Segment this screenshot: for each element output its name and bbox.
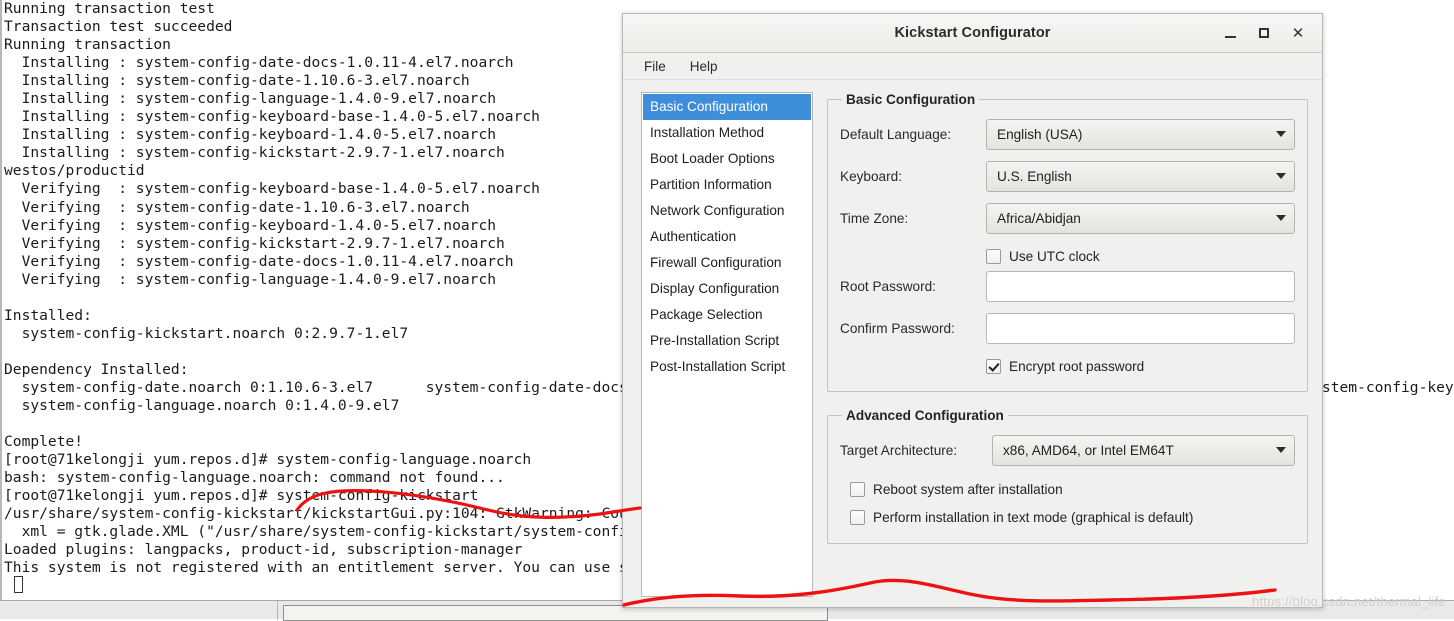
close-icon: ✕ [1291, 23, 1305, 42]
kickstart-configurator-window[interactable]: Kickstart Configurator ✕ File Help Basic… [622, 13, 1323, 608]
target-architecture-select[interactable]: x86, AMD64, or Intel EM64T [992, 434, 1295, 466]
keyboard-select[interactable]: U.S. English [986, 160, 1295, 192]
target-architecture-value: x86, AMD64, or Intel EM64T [1003, 442, 1174, 458]
default-language-select[interactable]: English (USA) [986, 118, 1295, 150]
maximize-button[interactable] [1248, 19, 1280, 47]
default-language-row: Default Language: English (USA) [840, 117, 1295, 151]
target-architecture-row: Target Architecture: x86, AMD64, or Inte… [840, 433, 1295, 467]
timezone-label: Time Zone: [840, 210, 909, 226]
keyboard-label: Keyboard: [840, 168, 902, 184]
text-mode-installation-checkbox[interactable] [850, 509, 865, 525]
use-utc-clock-checkbox[interactable] [986, 248, 1001, 264]
advanced-configuration-group: Advanced Configuration Target Architectu… [827, 408, 1308, 544]
page-title: Kickstart Configurator [894, 25, 1051, 41]
reboot-after-installation-checkbox[interactable] [850, 481, 865, 497]
basic-configuration-group: Basic Configuration Default Language: En… [827, 92, 1308, 392]
chevron-down-icon [1276, 215, 1286, 221]
maximize-icon [1259, 28, 1269, 38]
timezone-value: Africa/Abidjan [997, 210, 1081, 226]
use-utc-clock-label: Use UTC clock [1009, 248, 1100, 264]
window-body: Basic Configuration Installation Method … [623, 80, 1322, 607]
sidebar-item-network-configuration[interactable]: Network Configuration [643, 198, 811, 224]
encrypt-root-password-row: Encrypt root password [840, 353, 1295, 379]
confirm-password-input[interactable] [986, 312, 1295, 344]
encrypt-root-password-checkbox[interactable] [986, 358, 1001, 374]
window-titlebar[interactable]: Kickstart Configurator ✕ [623, 14, 1322, 53]
reboot-after-installation-label: Reboot system after installation [873, 481, 1063, 497]
keyboard-value: U.S. English [997, 168, 1072, 184]
sidebar-item-package-selection[interactable]: Package Selection [643, 302, 811, 328]
window-controls: ✕ [1214, 14, 1314, 52]
sidebar-item-firewall-configuration[interactable]: Firewall Configuration [643, 250, 811, 276]
close-button[interactable]: ✕ [1282, 19, 1314, 47]
keyboard-row: Keyboard: U.S. English [840, 159, 1295, 193]
sidebar-item-authentication[interactable]: Authentication [643, 224, 811, 250]
chevron-down-icon [1276, 447, 1286, 453]
encrypt-root-password-label: Encrypt root password [1009, 358, 1145, 374]
menu-help[interactable]: Help [681, 56, 727, 77]
sidebar-item-post-installation-script[interactable]: Post-Installation Script [643, 354, 811, 380]
chevron-down-icon [1276, 173, 1286, 179]
sidebar-item-partition-information[interactable]: Partition Information [643, 172, 811, 198]
reboot-after-installation-row: Reboot system after installation [840, 475, 1295, 503]
advanced-configuration-legend: Advanced Configuration [846, 408, 1004, 423]
confirm-password-label: Confirm Password: [840, 320, 955, 336]
root-password-label: Root Password: [840, 278, 936, 294]
sidebar-item-basic-configuration[interactable]: Basic Configuration [643, 94, 811, 120]
default-language-value: English (USA) [997, 126, 1083, 142]
minimize-icon [1224, 35, 1236, 38]
root-password-input[interactable] [986, 270, 1295, 302]
menu-file[interactable]: File [635, 56, 675, 77]
text-mode-installation-row: Perform installation in text mode (graph… [840, 503, 1295, 531]
sidebar-item-installation-method[interactable]: Installation Method [643, 120, 811, 146]
chevron-down-icon [1276, 131, 1286, 137]
sidebar-item-pre-installation-script[interactable]: Pre-Installation Script [643, 328, 811, 354]
terminal-edge-shadow [1438, 0, 1454, 600]
timezone-row: Time Zone: Africa/Abidjan [840, 201, 1295, 235]
target-architecture-label: Target Architecture: [840, 442, 958, 458]
basic-configuration-legend: Basic Configuration [846, 92, 976, 107]
timezone-select[interactable]: Africa/Abidjan [986, 202, 1295, 234]
sidebar-item-display-configuration[interactable]: Display Configuration [643, 276, 811, 302]
settings-panel: Basic Configuration Default Language: En… [827, 92, 1312, 597]
taskbar-divider [277, 601, 278, 620]
use-utc-clock-row: Use UTC clock [840, 243, 1295, 269]
default-language-label: Default Language: [840, 126, 952, 142]
confirm-password-row: Confirm Password: [840, 311, 1295, 345]
minimize-button[interactable] [1214, 19, 1246, 47]
menubar: File Help [623, 53, 1322, 80]
sidebar-nav-list[interactable]: Basic Configuration Installation Method … [641, 92, 813, 597]
sidebar-item-boot-loader-options[interactable]: Boot Loader Options [643, 146, 811, 172]
terminal-cursor [14, 576, 23, 593]
root-password-row: Root Password: [840, 269, 1295, 303]
text-mode-installation-label: Perform installation in text mode (graph… [873, 509, 1194, 525]
